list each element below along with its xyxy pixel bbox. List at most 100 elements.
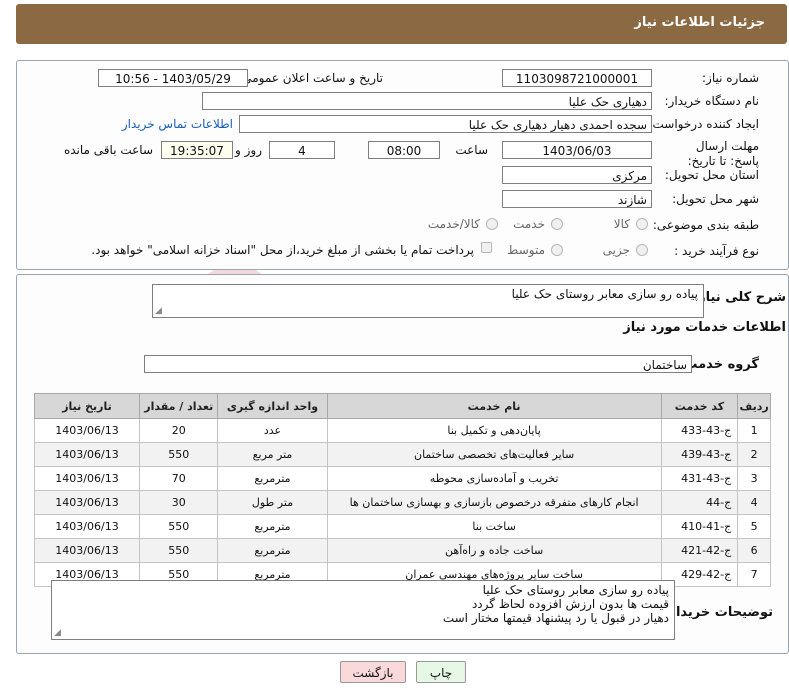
table-row: 2 ج-43-439 سایر فعالیت‌های تخصصی ساختمان مت… — [34, 442, 771, 467]
buyer-notes-line-3: دهیار در قبول یا رد پیشنهاد قیمتها مختار… — [442, 611, 669, 625]
service-group-field: ساختمان — [144, 355, 692, 373]
col-qty: تعداد / مقدار — [138, 393, 219, 419]
unit-cell: مترمربع — [217, 538, 328, 563]
category-service-radio[interactable] — [551, 218, 563, 230]
service-code-cell: ج-43-439 — [660, 442, 739, 467]
process-minor-label: جزیی — [602, 243, 630, 257]
quantity-cell: 20 — [138, 418, 219, 443]
deadline-label: مهلت ارسال پاسخ: تا تاریخ: — [687, 139, 759, 168]
resize-grip-icon[interactable]: ◢ — [155, 307, 162, 316]
buyer-notes-textarea[interactable]: پیاده رو سازی معابر روستای حک علیا قیمت … — [51, 580, 675, 640]
table-row: 1 ج-43-433 پایان‌دهی و تکمیل بنا عدد 20 1403/… — [34, 418, 771, 443]
row-number-cell: 4 — [737, 490, 771, 515]
category-goods-service-label: کالا/خدمت — [427, 217, 480, 231]
quantity-cell: 550 — [138, 538, 219, 563]
need-date-cell: 1403/06/13 — [34, 466, 140, 491]
process-minor-radio[interactable] — [636, 244, 648, 256]
unit-cell: مترمربع — [217, 466, 328, 491]
row-number-cell: 6 — [737, 538, 771, 563]
days-field: 4 — [269, 141, 335, 159]
buyer-notes-line-2: قیمت ها بدون ارزش افزوده لحاظ گردد — [471, 597, 669, 611]
quantity-cell: 30 — [138, 490, 219, 515]
need-date-cell: 1403/06/13 — [34, 490, 140, 515]
category-goods-service-radio[interactable] — [486, 218, 498, 230]
category-goods-radio[interactable] — [636, 218, 648, 230]
announce-field: 1403/05/29 - 10:56 — [98, 69, 248, 87]
back-button[interactable]: بازگشت — [340, 661, 406, 683]
time-label: ساعت — [455, 143, 488, 157]
service-code-cell: ج-43-431 — [660, 466, 739, 491]
buyer-org-field: دهیاری حک علیا — [202, 92, 652, 110]
service-code-cell: ج-42-421 — [660, 538, 739, 563]
treasury-payment-note: پرداخت تمام یا بخشی از مبلغ خرید،از محل … — [91, 243, 474, 257]
col-unit: واحد اندازه گیری — [217, 393, 328, 419]
unit-cell: متر طول — [217, 490, 328, 515]
col-row: ردیف — [737, 393, 771, 419]
row-number-cell: 3 — [737, 466, 771, 491]
services-section-title: اطلاعات خدمات مورد نیاز — [623, 320, 786, 335]
need-date-cell: 1403/06/13 — [34, 418, 140, 443]
unit-cell: عدد — [217, 418, 328, 443]
row-number-cell: 1 — [737, 418, 771, 443]
quantity-cell: 70 — [138, 466, 219, 491]
service-code-cell: ج-43-433 — [660, 418, 739, 443]
service-name-cell: تخریب و آماده‌سازی محوطه — [326, 466, 662, 491]
deadline-date-field: 1403/06/03 — [502, 141, 652, 159]
unit-cell: متر مربع — [217, 442, 328, 467]
category-service-label: خدمت — [513, 217, 545, 231]
summary-label: شرح کلی نیاز: — [692, 290, 786, 305]
quantity-cell: 550 — [138, 514, 219, 539]
process-medium-label: متوسط — [507, 243, 545, 257]
need-number-label: شماره نیاز: — [702, 71, 759, 85]
table-row: 6 ج-42-421 ساخت جاده و راه‌آهن مترمربع 550 14… — [34, 538, 771, 563]
table-row: 4 ج-44 انجام کارهای متفرقه درخصوص بازسازی … — [34, 490, 771, 515]
row-number-cell: 7 — [737, 562, 771, 587]
province-field: مرکزی — [502, 166, 652, 184]
service-name-cell: انجام کارهای متفرقه درخصوص بازسازی و بهس… — [326, 490, 662, 515]
process-label: نوع فرآیند خرید : — [674, 244, 759, 258]
treasury-payment-checkbox[interactable] — [481, 242, 492, 253]
print-button[interactable]: چاپ — [416, 661, 466, 683]
table-row: 5 ج-41-410 ساخت بنا مترمربع 550 1403/06/13 — [34, 514, 771, 539]
city-label: شهر محل تحویل: — [672, 192, 759, 206]
summary-text: پیاده رو سازی معابر روستای حک علیا — [511, 287, 698, 301]
page-title: جزئیات اطلاعات نیاز — [634, 15, 765, 30]
creator-field: سجده احمدی دهیار دهیاری حک علیا — [239, 115, 652, 133]
col-date: تاریخ نیاز — [34, 393, 140, 419]
col-name: نام خدمت — [326, 393, 662, 419]
category-label: طبقه بندی موضوعی: — [652, 218, 759, 232]
need-date-cell: 1403/06/13 — [34, 514, 140, 539]
category-goods-label: کالا — [613, 217, 630, 231]
row-number-cell: 5 — [737, 514, 771, 539]
service-name-cell: ساخت بنا — [326, 514, 662, 539]
service-name-cell: پایان‌دهی و تکمیل بنا — [326, 418, 662, 443]
buyer-notes-line-1: پیاده رو سازی معابر روستای حک علیا — [482, 583, 669, 597]
services-table: ردیف کد خدمت نام خدمت واحد اندازه گیری ت… — [34, 393, 771, 587]
table-row: 3 ج-43-431 تخریب و آماده‌سازی محوطه مترمربع… — [34, 466, 771, 491]
service-code-cell: ج-44 — [660, 490, 739, 515]
services-table-header: ردیف کد خدمت نام خدمت واحد اندازه گیری ت… — [34, 393, 771, 419]
resize-grip-icon[interactable]: ◢ — [54, 629, 61, 638]
remaining-label: ساعت باقی مانده — [63, 143, 153, 157]
page-header: جزئیات اطلاعات نیاز — [16, 4, 787, 44]
remaining-time-field: 19:35:07 — [161, 141, 233, 159]
process-medium-radio[interactable] — [551, 244, 563, 256]
row-number-cell: 2 — [737, 442, 771, 467]
buyer-org-label: نام دستگاه خریدار: — [664, 94, 760, 108]
request-info-panel: شماره نیاز: 1103098721000001 تاریخ و ساع… — [16, 60, 789, 270]
service-code-cell: ج-41-410 — [660, 514, 739, 539]
summary-textarea[interactable]: پیاده رو سازی معابر روستای حک علیا ◢ — [152, 284, 704, 318]
announce-label: تاریخ و ساعت اعلان عمومی: — [238, 71, 383, 85]
deadline-time-field: 08:00 — [368, 141, 440, 159]
creator-label: ایجاد کننده درخواست: — [648, 117, 759, 131]
buyer-contact-link[interactable]: اطلاعات تماس خریدار — [122, 117, 233, 131]
days-label: روز و — [235, 143, 262, 157]
quantity-cell: 550 — [138, 442, 219, 467]
service-name-cell: ساخت جاده و راه‌آهن — [326, 538, 662, 563]
col-code: کد خدمت — [660, 393, 739, 419]
need-date-cell: 1403/06/13 — [34, 538, 140, 563]
service-name-cell: سایر فعالیت‌های تخصصی ساختمان — [326, 442, 662, 467]
city-field: شازند — [502, 190, 652, 208]
province-label: استان محل تحویل: — [664, 168, 759, 182]
unit-cell: مترمربع — [217, 514, 328, 539]
